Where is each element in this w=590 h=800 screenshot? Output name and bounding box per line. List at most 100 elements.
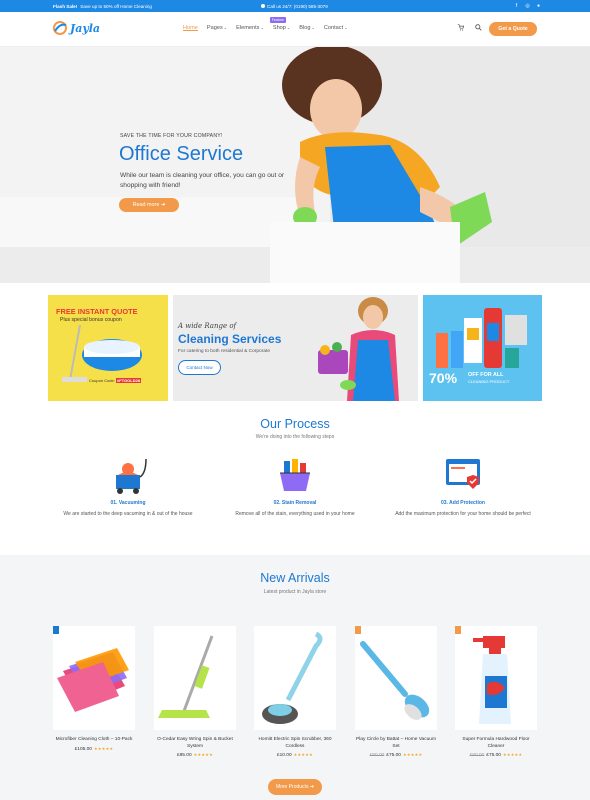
process-step-stain-removal: 02. Stain Removal Remove all of the stai… xyxy=(215,455,375,518)
search-icon[interactable] xyxy=(475,24,482,31)
arrivals-title: New Arrivals xyxy=(260,571,330,585)
product-price: £75.00 xyxy=(486,753,501,758)
nav-home-label: Home xyxy=(183,25,198,31)
product-tag xyxy=(455,626,461,634)
cart-icon[interactable] xyxy=(457,24,464,31)
brush-image xyxy=(360,641,430,720)
instagram-icon[interactable]: ◎ xyxy=(525,3,530,9)
feature-badge: Feature xyxy=(269,17,286,23)
product-card[interactable]: O-Cedar Easy Wring Spin & Bucket System … xyxy=(154,626,236,758)
cleaning-woman-image xyxy=(270,47,492,283)
header-icons xyxy=(457,24,482,31)
services-title: Cleaning Services xyxy=(178,332,282,346)
phone-icon xyxy=(261,4,265,8)
services-description: For catering to both residential & Corpo… xyxy=(178,349,270,354)
nav-shop[interactable]: Feature Shop⌄ xyxy=(269,17,290,31)
nav-pages[interactable]: Pages⌄ xyxy=(207,25,227,31)
coupon-code: #FTGOLD28 xyxy=(115,378,142,383)
services-kicker: A wide Range of xyxy=(178,322,237,330)
nav-contact-label: Contact xyxy=(323,25,344,31)
product-price: £10.00 xyxy=(276,753,292,758)
logo-text: Jayla xyxy=(70,21,101,35)
nav-blog[interactable]: Blog⌄ xyxy=(299,25,315,31)
product-card[interactable]: Microfiber Cleaning Cloth – 10-Pack £105… xyxy=(53,626,135,752)
step-description: Add the maximum protection for your home… xyxy=(395,511,531,517)
nav-blog-label: Blog xyxy=(299,25,311,31)
product-card[interactable]: Homitt Electric Spin Scrubber, 360 Cordl… xyxy=(254,626,336,758)
product-price: £75.00 xyxy=(386,753,401,758)
product-image[interactable] xyxy=(455,626,537,730)
discount-text: OFF FOR ALL xyxy=(468,372,504,378)
phone-number: Call us 24/7: (0190) 585-3079 xyxy=(267,3,328,9)
product-name[interactable]: Super Formula Hardwood Floor Cleaner xyxy=(455,737,537,750)
free-quote-banner[interactable]: FREE INSTANT QUOTE Plus special bonus co… xyxy=(48,295,168,401)
discount-banner[interactable]: 70% OFF FOR ALL CLEANING PRODUCT xyxy=(423,295,542,401)
chevron-down-icon: ⌄ xyxy=(344,25,348,30)
discount-subtext: CLEANING PRODUCT xyxy=(468,379,510,384)
hero-banner: SAVE THE TIME FOR YOUR COMPANY! Office S… xyxy=(0,47,590,283)
product-image[interactable] xyxy=(355,626,437,730)
step-title: 02. Stain Removal xyxy=(273,500,317,506)
process-subtitle: We're doing into the following steps xyxy=(255,434,335,440)
product-tag xyxy=(355,626,361,634)
more-products-button[interactable]: More Products ➜ xyxy=(268,779,322,795)
product-name[interactable]: O-Cedar Easy Wring Spin & Bucket System xyxy=(154,737,236,750)
product-name[interactable]: Microfiber Cleaning Cloth – 10-Pack xyxy=(53,737,135,744)
rating-stars: ★★★★★ xyxy=(502,752,523,757)
product-card[interactable]: Super Formula Hardwood Floor Cleaner £80… xyxy=(455,626,537,758)
read-more-button[interactable]: Read more ➜ xyxy=(119,198,179,212)
product-image[interactable] xyxy=(254,626,336,730)
product-price: £105.00 xyxy=(74,746,92,752)
hero-description: While our team is cleaning your office, … xyxy=(120,172,285,189)
discount-percent: 70% xyxy=(429,370,458,386)
arrivals-subtitle: Latest product in Jayla store xyxy=(263,589,327,595)
top-bar: Flash Sale! Save up to 50% off Home Clean… xyxy=(0,0,590,12)
nav-pages-label: Pages xyxy=(206,25,223,31)
promo-bold: Flash Sale! xyxy=(53,3,78,9)
step-description: We are started to the deep vacuming in &… xyxy=(63,511,193,517)
bucket-icon xyxy=(280,459,310,491)
coupon-text: Coupon Code: #FTGOLD28 xyxy=(89,378,142,383)
product-image[interactable] xyxy=(53,626,135,730)
product-image[interactable] xyxy=(154,626,236,730)
contact-now-button[interactable]: Contact Now xyxy=(178,360,221,375)
product-price: £85.00 xyxy=(176,753,192,758)
spray-bottle-image xyxy=(473,636,511,724)
product-old-price: £80.00 xyxy=(369,753,385,758)
process-title: Our Process xyxy=(260,417,330,431)
mop-bucket-image xyxy=(62,325,142,382)
coupon-label: Coupon Code: xyxy=(89,378,115,383)
chevron-down-icon: ⌄ xyxy=(223,25,228,30)
product-price-row: £80.00 £75.00 ★★★★★ xyxy=(355,752,437,758)
site-logo[interactable]: Jayla xyxy=(52,21,100,35)
product-card[interactable]: Play Circle by Battat – Home Vacuum Set … xyxy=(355,626,437,758)
nav-elements[interactable]: Elements⌄ xyxy=(236,25,264,31)
nav-home[interactable]: Home xyxy=(183,25,198,31)
get-quote-button[interactable]: Get a Quote xyxy=(489,22,537,36)
process-step-add-protection: 03. Add Protection Add the maximum prote… xyxy=(383,455,543,518)
product-price-row: £85.00 ★★★★★ xyxy=(154,752,236,758)
chevron-down-icon: ⌄ xyxy=(260,25,264,30)
product-name[interactable]: Homitt Electric Spin Scrubber, 360 Cordl… xyxy=(254,737,336,750)
pinterest-icon[interactable]: ● xyxy=(536,3,541,9)
free-quote-title: FREE INSTANT QUOTE xyxy=(56,307,138,316)
mop-image xyxy=(158,635,214,718)
nav-shop-label: Shop xyxy=(272,25,286,31)
product-name[interactable]: Play Circle by Battat – Home Vacuum Set xyxy=(355,737,437,750)
product-old-price: £80.00 xyxy=(469,753,485,758)
promo-message: Save up to 50% off Home Cleaning xyxy=(80,3,152,9)
process-step-vacuuming: 01. Vacuuming We are started to the deep… xyxy=(48,455,208,518)
free-quote-subtitle: Plus special bonus coupon xyxy=(60,317,122,323)
nav-contact[interactable]: Contact⌄ xyxy=(324,25,348,31)
product-price-row: £105.00 ★★★★★ xyxy=(53,746,135,752)
logo-icon xyxy=(53,21,67,35)
chevron-down-icon: ⌄ xyxy=(311,25,315,30)
more-products-label: More Products xyxy=(275,784,309,790)
facebook-icon[interactable]: f xyxy=(514,3,519,9)
phone-contact[interactable]: Call us 24/7: (0190) 585-3079 xyxy=(261,4,328,9)
protection-icon xyxy=(446,459,480,489)
vacuum-icon xyxy=(116,458,147,494)
cleaning-services-banner: A wide Range of Cleaning Services For ca… xyxy=(173,295,418,401)
step-title: 01. Vacuuming xyxy=(110,500,146,506)
step-description: Remove all of the stain, everything used… xyxy=(235,511,355,517)
